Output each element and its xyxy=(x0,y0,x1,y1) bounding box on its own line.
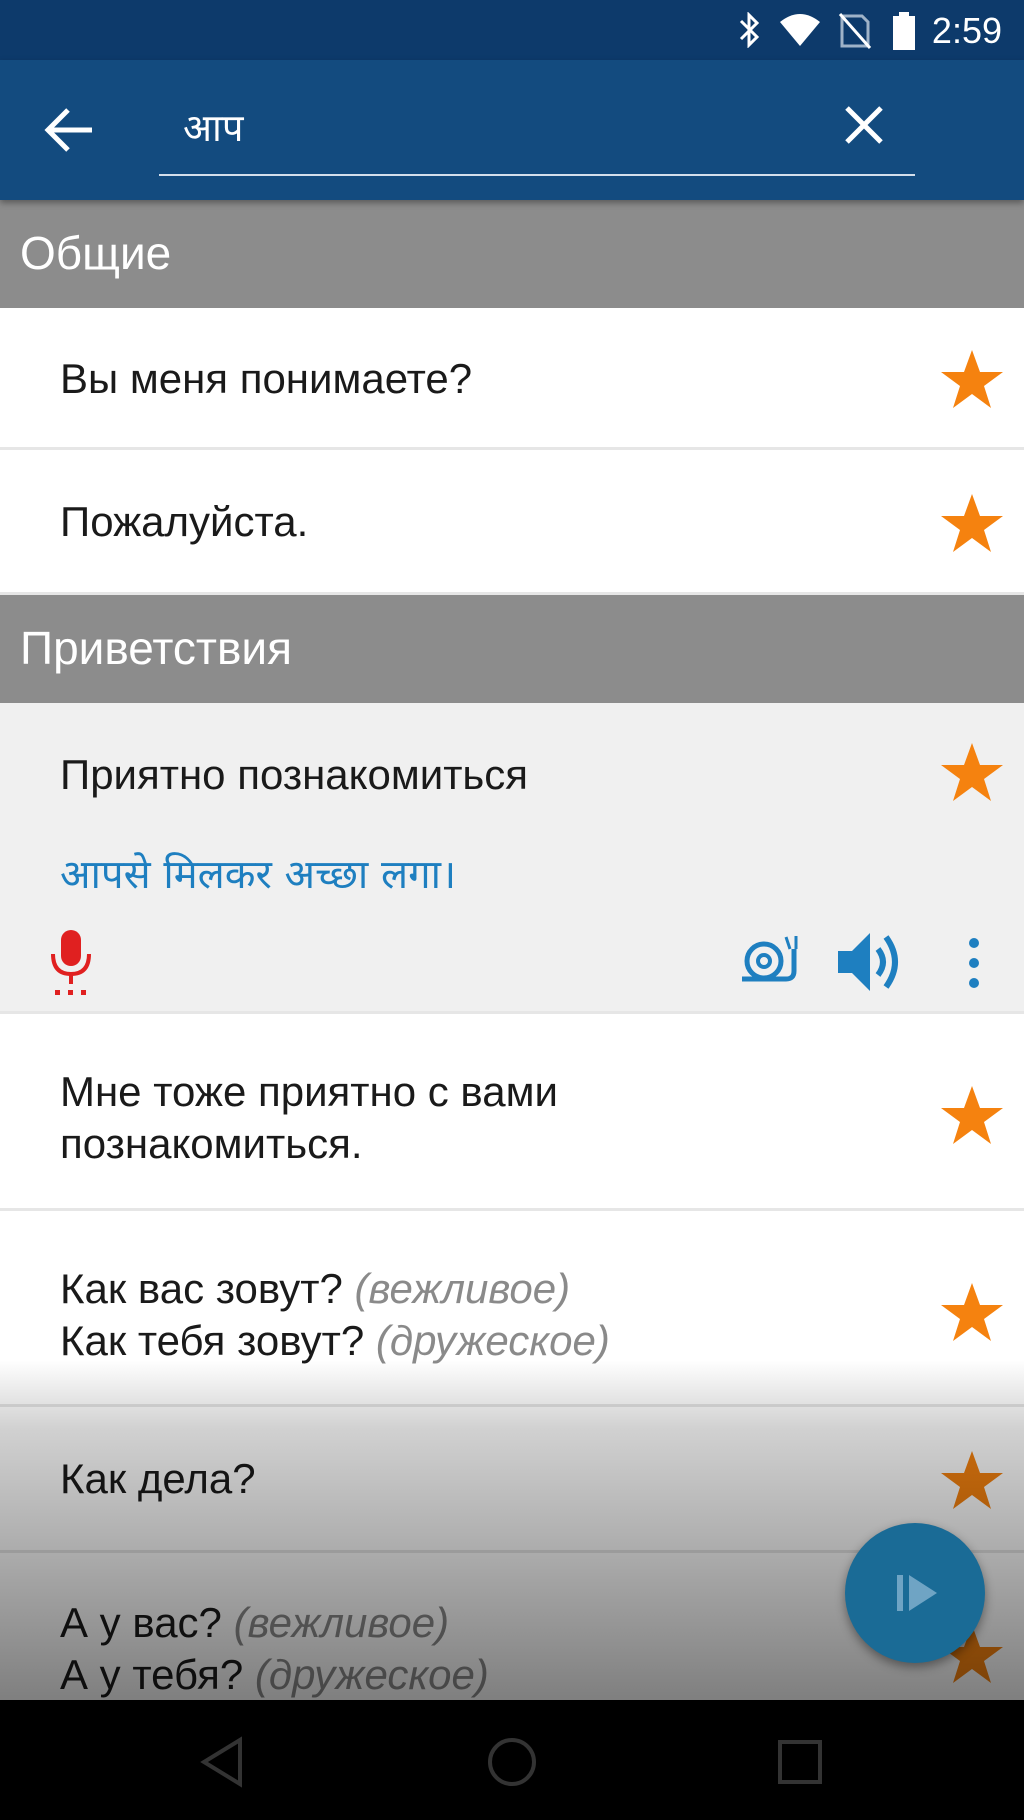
phrase-text: А у вас? (вежливое) А у тебя? (дружеское… xyxy=(60,1599,489,1698)
navigation-bar xyxy=(0,1700,1024,1820)
section-title: Общие xyxy=(20,227,172,279)
play-icon xyxy=(897,1575,937,1611)
search-input[interactable] xyxy=(181,98,785,156)
more-vertical-icon xyxy=(969,938,979,988)
recents-square-icon[interactable] xyxy=(772,1734,828,1790)
phrase-row[interactable]: Вы меня понимаете? xyxy=(0,308,1024,450)
search-field xyxy=(159,84,915,176)
section-header-general: Общие xyxy=(0,200,1024,308)
star-icon[interactable] xyxy=(940,1084,1004,1146)
close-icon xyxy=(845,106,883,144)
back-button[interactable] xyxy=(40,104,98,156)
star-icon[interactable] xyxy=(940,741,1004,803)
clear-search-button[interactable] xyxy=(841,102,887,148)
phrase-text: Вы меня понимаете? xyxy=(60,355,473,402)
section-title: Приветствия xyxy=(20,622,292,674)
arrow-left-icon xyxy=(44,108,92,152)
play-audio-button[interactable] xyxy=(836,929,904,995)
microphone-icon xyxy=(51,930,91,995)
back-triangle-icon[interactable] xyxy=(196,1734,252,1790)
phrase-row[interactable]: Как дела? xyxy=(0,1407,1024,1553)
app-bar xyxy=(0,60,1024,200)
status-bar: 2:59 xyxy=(0,0,1024,60)
no-sim-icon xyxy=(838,13,872,49)
phrase-text: Как вас зовут? (вежливое) Как тебя зовут… xyxy=(60,1265,610,1364)
section-header-greetings: Приветствия xyxy=(0,595,1024,703)
speaker-icon xyxy=(838,933,898,991)
play-all-button[interactable] xyxy=(845,1523,985,1663)
bluetooth-icon xyxy=(739,12,760,48)
phrase-text: Как дела? xyxy=(60,1455,256,1502)
star-icon[interactable] xyxy=(940,1449,1004,1511)
phrase-row[interactable]: Мне тоже приятно с вами познакомиться. xyxy=(0,1011,1024,1211)
phrase-text: Пожалуйста. xyxy=(60,498,309,545)
wifi-icon xyxy=(780,14,820,46)
clock: 2:59 xyxy=(931,10,1002,51)
star-icon[interactable] xyxy=(940,348,1004,410)
star-icon[interactable] xyxy=(940,1281,1004,1343)
translation-text: आपसे मिलकर अच्छा लगा। xyxy=(60,852,457,898)
snail-icon xyxy=(742,936,798,982)
slow-playback-button[interactable] xyxy=(738,931,798,991)
microphone-button[interactable] xyxy=(46,928,96,998)
battery-icon xyxy=(893,12,915,50)
home-circle-icon[interactable] xyxy=(484,1734,540,1790)
phrase-text: Приятно познакомиться xyxy=(60,751,529,798)
more-options-button[interactable] xyxy=(962,937,986,989)
star-icon[interactable] xyxy=(940,492,1004,554)
phrase-row[interactable]: Пожалуйста. xyxy=(0,450,1024,595)
phrase-row[interactable]: Как вас зовут? (вежливое) Как тебя зовут… xyxy=(0,1211,1024,1407)
expanded-phrase-card[interactable]: Приятно познакомиться आपसे मिलकर अच्छा ल… xyxy=(0,703,1024,1011)
phrase-text: Мне тоже приятно с вами познакомиться. xyxy=(60,1068,558,1167)
